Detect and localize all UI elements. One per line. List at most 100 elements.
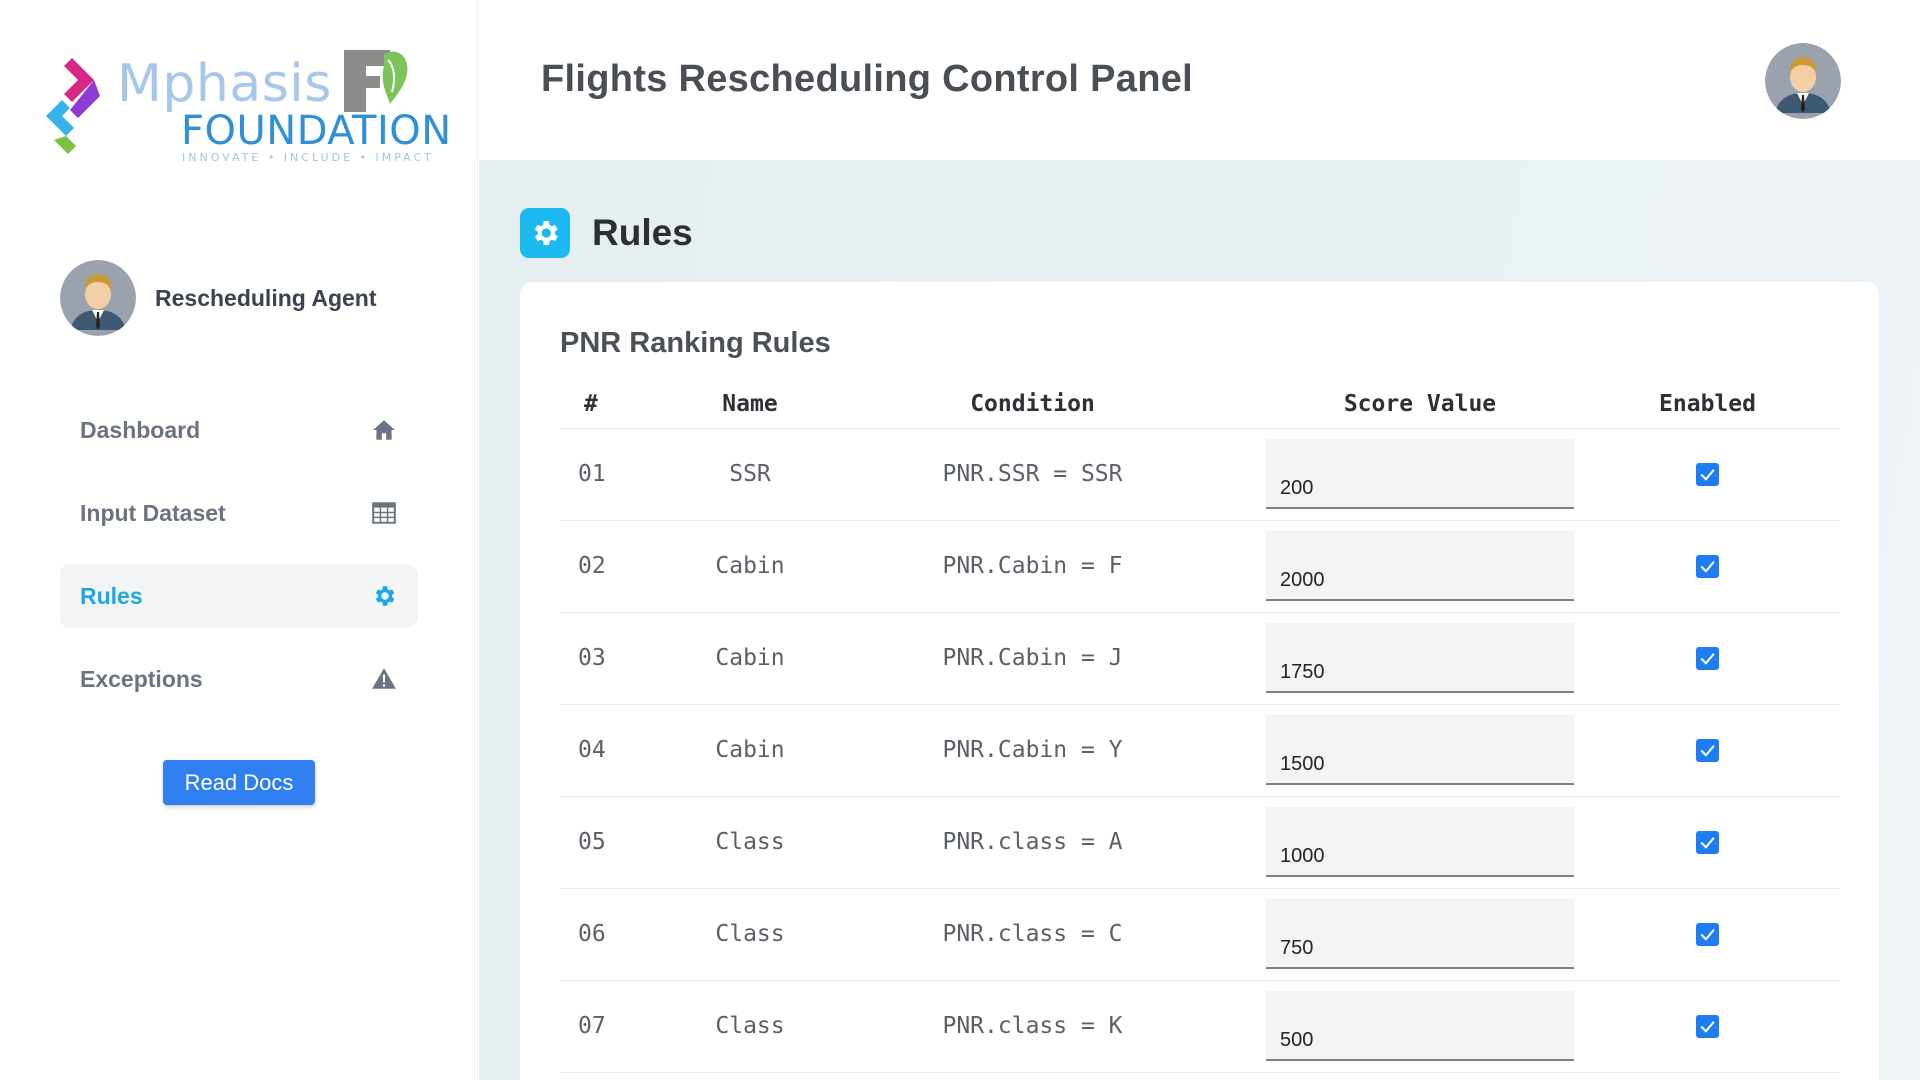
column-header-enabled: Enabled bbox=[1575, 380, 1840, 429]
rule-name: SSR bbox=[700, 428, 800, 521]
enabled-checkbox[interactable] bbox=[1696, 831, 1719, 854]
rule-name: Class bbox=[700, 796, 800, 889]
enabled-cell bbox=[1575, 888, 1840, 981]
table-header-row: # Name Condition Score Value Enabled bbox=[560, 380, 1840, 429]
enabled-checkbox[interactable] bbox=[1696, 739, 1719, 762]
table-row: 02 Cabin PNR.Cabin = F bbox=[560, 520, 1840, 613]
sidebar-item-input-dataset[interactable]: Input Dataset bbox=[60, 481, 418, 545]
avatar[interactable] bbox=[1765, 43, 1841, 119]
main-content: Rules PNR Ranking Rules # Name Condition… bbox=[479, 160, 1920, 1080]
avatar[interactable] bbox=[60, 260, 136, 336]
score-cell bbox=[1265, 888, 1575, 981]
score-cell bbox=[1265, 612, 1575, 705]
gear-icon bbox=[520, 208, 570, 258]
top-header: Flights Rescheduling Control Panel bbox=[479, 0, 1920, 160]
table-row: 06 Class PNR.class = C bbox=[560, 888, 1840, 981]
rule-number: 05 bbox=[560, 796, 700, 889]
table-row: 05 Class PNR.class = A bbox=[560, 796, 1840, 889]
sidebar-item-label: Rules bbox=[80, 582, 143, 609]
profile-name: Rescheduling Agent bbox=[155, 284, 377, 311]
user-avatar-icon bbox=[60, 260, 136, 336]
score-cell bbox=[1265, 796, 1575, 889]
enabled-cell bbox=[1575, 612, 1840, 705]
sidebar-nav: Dashboard Input Dataset Rules Exceptions bbox=[60, 398, 418, 730]
rule-number: 01 bbox=[560, 428, 700, 521]
card-title: PNR Ranking Rules bbox=[560, 327, 831, 359]
rule-number: 04 bbox=[560, 704, 700, 797]
table-row: 04 Cabin PNR.Cabin = Y bbox=[560, 704, 1840, 797]
sidebar-item-exceptions[interactable]: Exceptions bbox=[60, 647, 418, 711]
rule-condition: PNR.SSR = SSR bbox=[800, 428, 1265, 521]
enabled-checkbox[interactable] bbox=[1696, 555, 1719, 578]
section-header: Rules bbox=[520, 208, 693, 258]
logo-brand-text: Mphasis bbox=[117, 54, 332, 114]
enabled-cell bbox=[1575, 796, 1840, 889]
rule-condition: PNR.class = C bbox=[800, 888, 1265, 981]
enabled-checkbox[interactable] bbox=[1696, 923, 1719, 946]
score-value-input[interactable] bbox=[1266, 899, 1574, 969]
mphasis-foundation-logo: Mphasis FOUNDATION INNOVATE • INCLUDE • … bbox=[42, 46, 451, 166]
sidebar-item-label: Input Dataset bbox=[80, 499, 226, 526]
score-value-input[interactable] bbox=[1266, 715, 1574, 785]
rule-condition: PNR.Cabin = F bbox=[800, 520, 1265, 613]
logo-chevron-icon bbox=[46, 58, 100, 154]
rules-table: # Name Condition Score Value Enabled 01 … bbox=[560, 380, 1840, 1073]
column-header-number: # bbox=[560, 380, 700, 429]
rules-card: PNR Ranking Rules # Name Condition Score… bbox=[520, 282, 1879, 1080]
page-title: Flights Rescheduling Control Panel bbox=[541, 58, 1194, 100]
rule-number: 07 bbox=[560, 980, 700, 1073]
table-row: 01 SSR PNR.SSR = SSR bbox=[560, 428, 1840, 521]
foundation-mark-icon bbox=[344, 50, 408, 112]
warning-icon bbox=[370, 665, 398, 693]
rule-condition: PNR.class = A bbox=[800, 796, 1265, 889]
gear-icon bbox=[370, 582, 398, 610]
column-header-condition: Condition bbox=[800, 380, 1265, 429]
rule-number: 02 bbox=[560, 520, 700, 613]
rule-condition: PNR.class = K bbox=[800, 980, 1265, 1073]
sidebar-item-label: Exceptions bbox=[80, 665, 203, 692]
checkmark-icon bbox=[1700, 561, 1715, 573]
score-value-input[interactable] bbox=[1266, 807, 1574, 877]
score-value-input[interactable] bbox=[1266, 623, 1574, 693]
rule-name: Class bbox=[700, 888, 800, 981]
checkmark-icon bbox=[1700, 837, 1715, 849]
checkmark-icon bbox=[1700, 745, 1715, 757]
score-cell bbox=[1265, 520, 1575, 613]
sidebar-item-rules[interactable]: Rules bbox=[60, 564, 418, 628]
logo-tagline: INNOVATE • INCLUDE • IMPACT bbox=[182, 151, 434, 164]
rule-condition: PNR.Cabin = Y bbox=[800, 704, 1265, 797]
user-avatar-icon bbox=[1765, 43, 1841, 119]
enabled-checkbox[interactable] bbox=[1696, 647, 1719, 670]
column-header-name: Name bbox=[700, 380, 800, 429]
rule-name: Cabin bbox=[700, 612, 800, 705]
table-row: 03 Cabin PNR.Cabin = J bbox=[560, 612, 1840, 705]
score-cell bbox=[1265, 704, 1575, 797]
score-value-input[interactable] bbox=[1266, 531, 1574, 601]
score-cell bbox=[1265, 428, 1575, 521]
checkmark-icon bbox=[1700, 1021, 1715, 1033]
sidebar-item-label: Dashboard bbox=[80, 416, 201, 443]
rule-name: Cabin bbox=[700, 704, 800, 797]
score-value-input[interactable] bbox=[1266, 439, 1574, 509]
checkmark-icon bbox=[1700, 469, 1715, 481]
score-cell bbox=[1265, 980, 1575, 1073]
logo-foundation-text: FOUNDATION bbox=[181, 108, 452, 154]
section-title: Rules bbox=[592, 212, 693, 253]
rule-number: 03 bbox=[560, 612, 700, 705]
table-icon bbox=[370, 499, 398, 527]
sidebar-item-dashboard[interactable]: Dashboard bbox=[60, 398, 418, 462]
score-value-input[interactable] bbox=[1266, 991, 1574, 1061]
read-docs-button[interactable]: Read Docs bbox=[163, 760, 315, 805]
table-row: 07 Class PNR.class = K bbox=[560, 980, 1840, 1073]
sidebar: Mphasis FOUNDATION INNOVATE • INCLUDE • … bbox=[0, 0, 478, 1080]
rule-condition: PNR.Cabin = J bbox=[800, 612, 1265, 705]
rule-name: Cabin bbox=[700, 520, 800, 613]
enabled-cell bbox=[1575, 980, 1840, 1073]
user-profile: Rescheduling Agent bbox=[60, 260, 377, 336]
column-header-score-value: Score Value bbox=[1265, 380, 1575, 429]
enabled-cell bbox=[1575, 520, 1840, 613]
enabled-checkbox[interactable] bbox=[1696, 1015, 1719, 1038]
enabled-checkbox[interactable] bbox=[1696, 463, 1719, 486]
enabled-cell bbox=[1575, 428, 1840, 521]
home-icon bbox=[370, 416, 398, 444]
